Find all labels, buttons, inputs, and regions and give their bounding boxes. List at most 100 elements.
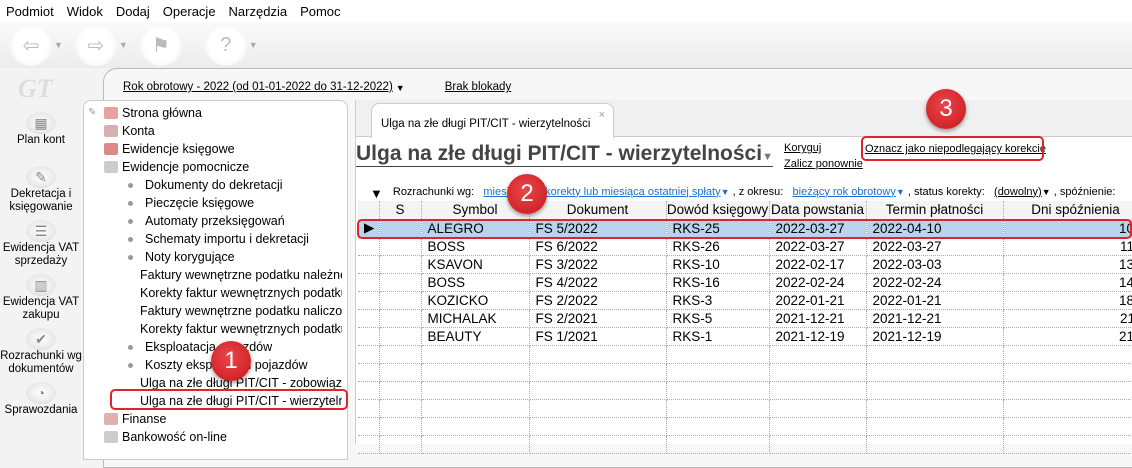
table-row[interactable] (358, 435, 1132, 454)
table-row[interactable] (358, 345, 1132, 364)
tree-item-bankowosc[interactable]: Bankowość on-line (84, 428, 342, 446)
table-cell: 212 (1003, 327, 1132, 346)
table-row[interactable]: BOSS FS 4/2022 RKS-16 2022-02-24 2022-02-24 1… (358, 273, 1132, 292)
help-dropdown-icon[interactable]: ▼ (249, 40, 258, 50)
lock-status-link[interactable]: Brak blokady (445, 81, 511, 93)
annotation-box-1 (110, 389, 348, 410)
empty-cell (666, 345, 770, 364)
forward-icon[interactable]: ⇨ (74, 24, 117, 66)
nav-plan-kont[interactable]: ▦ Plan kont (0, 112, 82, 164)
table-cell: MICHALAK (421, 309, 530, 328)
menu-operacje[interactable]: Operacje (163, 4, 216, 19)
help-icon[interactable]: ? (204, 24, 247, 66)
tree-subitem[interactable]: Noty korygujące (84, 248, 342, 266)
forward-dropdown-icon[interactable]: ▼ (119, 40, 128, 50)
menu-podmiot[interactable]: Podmiot (6, 4, 54, 19)
nav-vat-zakupu[interactable]: ▥ Ewidencja VAT zakupu (0, 274, 82, 326)
empty-cell (1003, 399, 1132, 418)
table-row[interactable]: MICHALAK FS 2/2021 RKS-5 2021-12-21 2021-12-… (358, 309, 1132, 328)
column-header[interactable]: Dokument (529, 201, 667, 220)
year-selector[interactable]: Rok obrotowy - 2022 (od 01-01-2022 do 31… (123, 81, 393, 93)
table-cell: FS 6/2022 (529, 237, 667, 256)
tree-subitem[interactable]: Korekty faktur wewnętrznych podatku (84, 320, 342, 338)
vat-purchase-icon: ▥ (26, 274, 56, 296)
cell-s (379, 273, 422, 292)
empty-cell (769, 345, 867, 364)
empty-cell (421, 381, 530, 400)
tree-item-konta[interactable]: Konta (84, 122, 342, 140)
table-cell: FS 4/2022 (529, 273, 667, 292)
tree-item-finanse[interactable]: Finanse (84, 410, 342, 428)
row-indicator (358, 273, 380, 292)
finance-icon (104, 413, 118, 425)
period-dropdown[interactable]: bieżący rok obrotowy (793, 186, 896, 198)
tree-subitem[interactable]: Dokumenty do dekretacji (84, 176, 342, 194)
menu-narzedzia[interactable]: Narzędzia (229, 4, 288, 19)
empty-cell (666, 417, 770, 436)
empty-cell (1003, 381, 1132, 400)
column-header[interactable]: Dni spóźnienia (1003, 201, 1132, 220)
tree-subitem[interactable]: Faktury wewnętrzne podatku należne (84, 266, 342, 284)
empty-cell (529, 435, 667, 454)
table-row[interactable]: KSAVON FS 3/2022 RKS-10 2022-02-17 2022-03-0… (358, 255, 1132, 274)
zalicz-ponownie-link[interactable]: Zalicz ponownie (784, 158, 863, 170)
column-header[interactable]: S (379, 201, 422, 220)
nav-rozrachunki[interactable]: ✔ Rozrachunki wg dokumentów (0, 328, 82, 380)
tree-item-ewidencje-ksiegowe[interactable]: Ewidencje księgowe (84, 140, 342, 158)
tab-wierzytelnosci[interactable]: Ulga na złe długi PIT/CIT - wierzytelnoś… (371, 103, 614, 138)
tree-item-strona-glowna[interactable]: Strona główna (84, 104, 342, 122)
column-header[interactable]: Termin płatności (866, 201, 1004, 220)
column-header[interactable]: Data powstania (769, 201, 867, 220)
row-indicator (358, 327, 380, 346)
pin-icon[interactable]: ✎ (88, 107, 96, 118)
table-cell: KOZICKO (421, 291, 530, 310)
collapse-icon[interactable]: ▼ (370, 186, 383, 201)
annotation-badge-3: 3 (926, 89, 966, 129)
table-cell: FS 2/2021 (529, 309, 667, 328)
tree-subitem[interactable]: Faktury wewnętrzne podatku naliczone (84, 302, 342, 320)
table-row[interactable] (358, 399, 1132, 418)
bullet-icon (128, 362, 133, 368)
table-row[interactable] (358, 381, 1132, 400)
table-row[interactable]: BOSS FS 6/2022 RKS-26 2022-03-27 2022-03-27 1… (358, 237, 1132, 256)
table-row[interactable]: KOZICKO FS 2/2022 RKS-3 2022-01-21 2022-01-2… (358, 291, 1132, 310)
table-row[interactable]: BEAUTY FS 1/2021 RKS-1 2021-12-19 2021-12-19… (358, 327, 1132, 346)
chevron-down-icon[interactable]: ▼ (762, 151, 773, 163)
tree-item-ewidencje-pomocnicze[interactable]: Ewidencje pomocnicze (84, 158, 342, 176)
page-title[interactable]: Ulga na złe długi PIT/CIT - wierzytelnoś… (356, 142, 773, 167)
nav-sprawozdania[interactable]: ◔ Sprawozdania (0, 382, 82, 434)
close-icon[interactable]: × (599, 109, 605, 121)
table-cell: 2022-03-03 (866, 255, 1004, 274)
back-dropdown-icon[interactable]: ▼ (54, 40, 63, 50)
tree-subitem[interactable]: Schematy importu i dekretacji (84, 230, 342, 248)
column-header[interactable]: Dowód księgowy (666, 201, 770, 220)
empty-cell (529, 417, 667, 436)
nav-dekretacja[interactable]: ✎ Dekretacja i księgowanie (0, 166, 82, 218)
table-row[interactable] (358, 417, 1132, 436)
table-row[interactable] (358, 363, 1132, 382)
koryguj-link[interactable]: Koryguj (784, 142, 821, 154)
back-icon[interactable]: ⇦ (10, 24, 52, 66)
left-nav: ▦ Plan kont ✎ Dekretacja i księgowanie ☰ Ew… (0, 112, 82, 436)
row-indicator (358, 399, 380, 418)
table-cell: RKS-10 (666, 255, 770, 274)
reports-icon: ◔ (26, 382, 56, 404)
nav-vat-sprzedazy[interactable]: ☰ Ewidencja VAT sprzedaży (0, 220, 82, 272)
table-cell: RKS-5 (666, 309, 770, 328)
tree-subitem[interactable]: Korekty faktur wewnętrznych podatku (84, 284, 342, 302)
cell-s (379, 255, 422, 274)
empty-cell (529, 363, 667, 382)
column-header[interactable] (358, 201, 380, 220)
year-dropdown-icon[interactable]: ▼ (396, 83, 405, 93)
tree-subitem[interactable]: Automaty przeksięgowań (84, 212, 342, 230)
empty-cell (769, 435, 867, 454)
tree-subitem[interactable]: Pieczęcie księgowe (84, 194, 342, 212)
status-dropdown[interactable]: (dowolny) (994, 186, 1042, 198)
menu-dodaj[interactable]: Dodaj (116, 4, 150, 19)
empty-cell (1003, 417, 1132, 436)
menu-widok[interactable]: Widok (67, 4, 103, 19)
menu-pomoc[interactable]: Pomoc (300, 4, 340, 19)
flag-icon[interactable]: ⚑ (139, 24, 182, 66)
table-cell: 2022-01-21 (866, 291, 1004, 310)
cell-s (379, 345, 422, 364)
